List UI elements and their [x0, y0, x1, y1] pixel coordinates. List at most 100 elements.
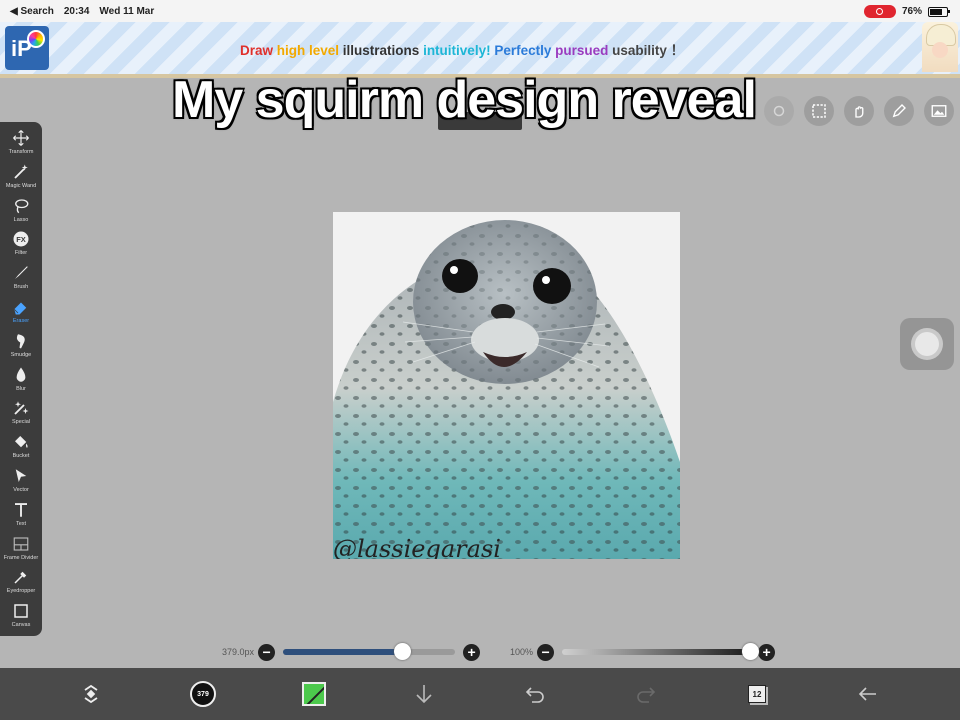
text-icon — [11, 500, 31, 520]
banner-segment: Perfectly — [494, 43, 556, 58]
color-wheel-icon — [27, 30, 45, 48]
opacity-plus-button[interactable]: + — [758, 643, 776, 661]
clock: 20:34 — [63, 6, 90, 17]
smudge-icon — [11, 331, 31, 351]
brush-size-button[interactable]: 379 — [185, 676, 221, 712]
tool-label: Brush — [13, 284, 29, 291]
tool-smudge[interactable]: Smudge — [0, 331, 42, 365]
tool-blur[interactable]: Blur — [0, 365, 42, 399]
banner-tagline: Draw high level illustrations intuitivel… — [240, 39, 684, 59]
tool-label: Frame Divider — [3, 554, 39, 561]
tool-lasso[interactable]: Lasso — [0, 196, 42, 230]
banner-segment: pursued — [555, 43, 613, 58]
hand-button[interactable] — [844, 96, 874, 126]
save-download-button[interactable] — [406, 676, 442, 712]
tool-bucket[interactable]: Bucket — [0, 432, 42, 466]
banner-character-image — [922, 22, 958, 72]
layers-button[interactable]: 12 — [739, 676, 775, 712]
tool-transform[interactable]: Transform — [0, 128, 42, 162]
sparkle-icon — [11, 398, 31, 418]
undo-button[interactable] — [517, 676, 553, 712]
bottom-toolbar: 379 12 — [0, 668, 960, 720]
tool-canvas[interactable]: Canvas — [0, 601, 42, 635]
lasso-icon — [11, 196, 31, 216]
brush-size-fill — [283, 649, 402, 655]
tool-label: Bucket — [12, 453, 30, 460]
quick-rotate-button[interactable] — [73, 676, 109, 712]
arrow-down-icon — [416, 685, 432, 704]
arrow-left-icon — [858, 687, 876, 701]
move-icon — [11, 128, 31, 148]
tool-vector[interactable]: Vector — [0, 466, 42, 500]
tool-label: Vector — [13, 487, 29, 493]
brush-size-thumb[interactable] — [393, 643, 411, 660]
opacity-slider-row: 100% − + — [510, 642, 776, 662]
battery-icon — [928, 6, 950, 17]
tool-filter[interactable]: FX Filter — [0, 229, 42, 263]
gear-icon — [773, 105, 785, 117]
brush-size-slider-row: 379.0px − + — [222, 642, 481, 662]
opacity-thumb[interactable] — [742, 643, 760, 660]
tool-eraser[interactable]: Eraser — [0, 297, 42, 331]
material-button[interactable] — [924, 96, 954, 126]
ad-banner[interactable]: iP Draw high level illustrations intuiti… — [0, 22, 960, 74]
tool-magic-wand[interactable]: Magic Wand — [0, 162, 42, 196]
tool-label: Lasso — [13, 216, 29, 223]
top-tools — [764, 96, 954, 126]
tool-label: Eraser — [12, 318, 30, 324]
pen-button[interactable] — [884, 96, 914, 126]
opacity-slider[interactable] — [562, 643, 760, 660]
redo-icon — [637, 687, 656, 703]
banner-segment: intuitively! — [423, 43, 495, 58]
tool-eyedropper[interactable]: Eyedropper — [0, 567, 42, 601]
tool-palette: Transform Magic Wand Lasso FX Filter Brush Era… — [0, 122, 42, 636]
back-to-search[interactable]: ◀ Search — [10, 6, 54, 17]
hand-icon — [855, 106, 864, 118]
tool-label: Filter — [14, 250, 28, 257]
redo-button[interactable] — [628, 676, 664, 712]
opacity-minus-button[interactable]: − — [537, 643, 555, 661]
layer-count: 12 — [748, 685, 766, 703]
eyedropper-icon — [11, 567, 31, 587]
tool-label: Special — [11, 419, 31, 426]
brush-size-badge: 379 — [190, 681, 216, 707]
status-bar: ◀ Search 20:34 Wed 11 Mar 76% — [0, 0, 960, 22]
pencil-icon — [892, 104, 906, 118]
svg-text:FX: FX — [16, 235, 26, 244]
seal-artwork — [333, 212, 680, 559]
brush-size-plus-button[interactable]: + — [463, 643, 481, 661]
brush-size-value: 379.0px — [222, 647, 255, 657]
app-logo[interactable]: iP — [5, 26, 49, 70]
banner-segment: usability ！ — [612, 43, 685, 58]
banner-segment: illustrations — [342, 43, 424, 58]
color-picker-button[interactable] — [296, 676, 332, 712]
settings-button[interactable] — [764, 96, 794, 126]
video-caption: My squirm design reveal — [171, 70, 758, 130]
brush-size-minus-button[interactable]: − — [258, 643, 276, 661]
tool-frame-divider[interactable]: Frame Divider — [0, 534, 42, 568]
magic-wand-icon — [11, 162, 31, 182]
banner-segment: level — [309, 43, 343, 58]
frame-icon — [11, 534, 31, 554]
opacity-fill — [562, 649, 750, 655]
tool-label: Blur — [16, 385, 26, 392]
brush-size-slider[interactable] — [283, 643, 456, 660]
tool-brush[interactable]: Brush — [0, 263, 42, 297]
current-color-swatch — [302, 682, 326, 706]
tool-label: Smudge — [10, 351, 32, 358]
screen-record-icon[interactable] — [863, 5, 896, 18]
canvas-icon — [11, 601, 31, 621]
back-button[interactable] — [850, 676, 886, 712]
tool-label: Text — [15, 520, 27, 527]
selection-button[interactable] — [804, 96, 834, 126]
brush-icon — [11, 263, 31, 283]
rotate-icon — [84, 684, 98, 704]
opacity-value: 100% — [510, 647, 534, 657]
tool-label: Magic Wand — [5, 182, 37, 189]
cursor-icon — [11, 466, 31, 486]
quick-access-button[interactable] — [900, 318, 954, 370]
drawing-canvas[interactable]: @lassiegarasi — [333, 212, 680, 559]
tool-special[interactable]: Special — [0, 398, 42, 432]
tool-label: Canvas — [11, 622, 31, 629]
tool-text[interactable]: Text — [0, 500, 42, 534]
